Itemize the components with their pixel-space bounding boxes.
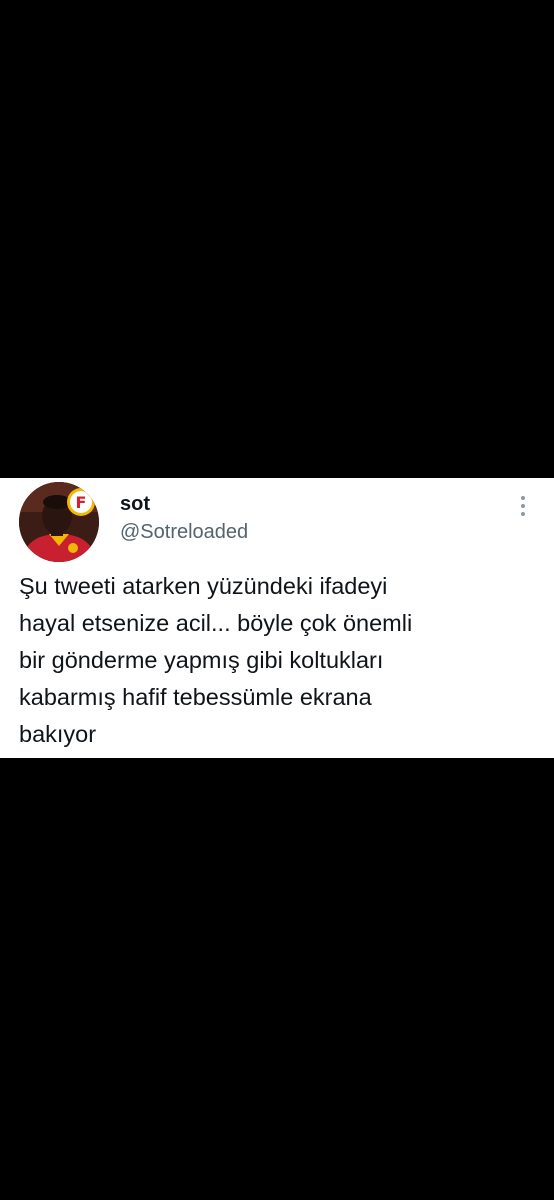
tweet-text: Şu tweeti atarken yüzündeki ifadeyi haya… [19,568,539,753]
avatar-badge-letter: F [76,493,87,512]
more-options-button[interactable] [509,490,537,522]
tweet-text-line: bakıyor [19,721,97,747]
more-vertical-icon-dot [521,512,525,516]
tweet-text-line: Şu tweeti atarken yüzündeki ifadeyi [19,573,388,599]
screen: F sot @Sotreloaded Şu tweeti atarken yüz… [0,0,554,1200]
more-vertical-icon [521,496,525,500]
tweet-text-line: hayal etsenize acil... böyle çok önemli [19,610,413,636]
tweet-card[interactable]: F sot @Sotreloaded Şu tweeti atarken yüz… [0,478,554,758]
tweet-text-line: kabarmış hafif tebessümle ekrana [19,684,372,710]
more-vertical-icon-dot [521,504,525,508]
tweet-text-line: bir gönderme yapmış gibi koltukları [19,647,384,673]
avatar[interactable]: F [19,482,99,562]
avatar-image: F [19,482,99,562]
author-handle[interactable]: @Sotreloaded [120,520,248,544]
author-display-name[interactable]: sot [120,492,150,516]
